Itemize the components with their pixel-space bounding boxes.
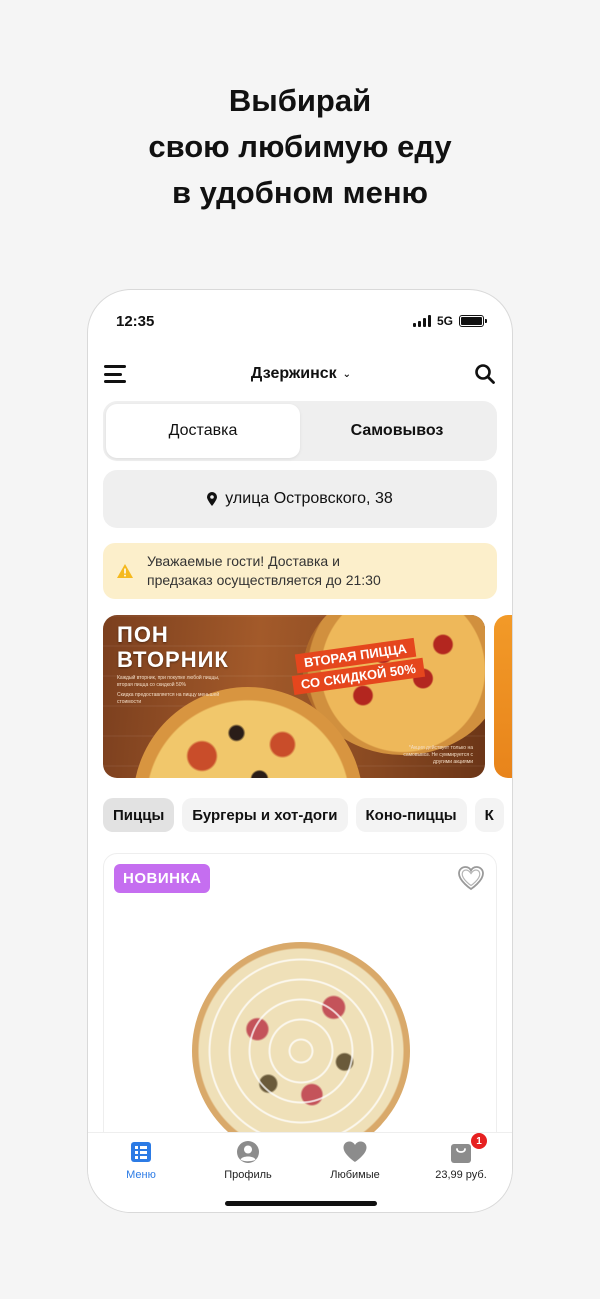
promo-banner[interactable]: ПОН ВТОРНИК Каждый вторник, при покупке …	[103, 615, 485, 778]
menu-icon[interactable]	[104, 365, 128, 383]
tab-menu-label: Меню	[126, 1169, 156, 1181]
pickup-tab[interactable]: Самовывоз	[300, 404, 494, 458]
menu-list-icon	[131, 1142, 151, 1162]
category-burgers[interactable]: Бургеры и хот-доги	[182, 798, 348, 832]
tab-favorites[interactable]: Любимые	[305, 1139, 405, 1181]
tab-cart-label: 23,99 руб.	[435, 1169, 487, 1181]
home-indicator	[225, 1201, 377, 1206]
banner-fine-print: *Акция действует только на самовывоз. Не…	[403, 745, 473, 765]
tab-profile[interactable]: Профиль	[198, 1139, 298, 1181]
product-image	[192, 942, 410, 1160]
network-label: 5G	[436, 314, 453, 328]
delivery-tab[interactable]: Доставка	[106, 404, 300, 458]
banner-title-line-1: ПОН	[117, 622, 169, 647]
status-bar: 12:35 5G	[116, 310, 487, 332]
city-selector[interactable]: Дзержинск ⌄	[251, 365, 351, 383]
banner-description: Каждый вторник, при покупке любой пиццы,…	[117, 675, 227, 706]
delivery-notice: Уважаемые гости! Доставка и предзаказ ос…	[103, 543, 497, 599]
category-chips: Пиццы Бургеры и хот-доги Коно-пиццы К	[103, 798, 512, 832]
bottom-tab-bar: Меню Профиль Любимые 1 23,99 руб.	[88, 1132, 512, 1212]
banner-description-2: Скидка предоставляется на пиццу меньшей …	[117, 692, 220, 705]
tab-cart[interactable]: 1 23,99 руб.	[411, 1133, 511, 1181]
banner-description-1: Каждый вторник, при покупке любой пиццы,…	[117, 675, 220, 688]
address-selector[interactable]: улица Островского, 38	[103, 470, 497, 528]
notice-line-1: Уважаемые гости! Доставка и	[147, 553, 340, 569]
tab-profile-label: Профиль	[224, 1169, 272, 1181]
status-indicators: 5G	[412, 314, 487, 328]
banner-title-line-2: ВТОРНИК	[117, 647, 229, 672]
warning-icon	[117, 564, 133, 578]
headline-line-2: свою любимую еду	[148, 129, 452, 164]
category-kono-pizza[interactable]: Коно-пиццы	[355, 798, 467, 832]
app-header: Дзержинск ⌄	[104, 360, 496, 388]
battery-icon	[459, 315, 487, 327]
chevron-down-icon: ⌄	[342, 368, 352, 380]
notice-text: Уважаемые гости! Доставка и предзаказ ос…	[147, 552, 381, 590]
tab-favorites-label: Любимые	[330, 1169, 380, 1181]
search-icon[interactable]	[474, 363, 496, 385]
city-name: Дзержинск	[250, 365, 337, 382]
notice-line-2: предзаказ осуществляется до 21:30	[147, 572, 381, 588]
promo-headline: Выбирай свою любимую еду в удобном меню	[0, 78, 600, 216]
banner-title: ПОН ВТОРНИК	[117, 622, 229, 672]
category-pizza[interactable]: Пиццы	[103, 798, 175, 832]
heart-icon	[343, 1141, 367, 1162]
phone-frame: 12:35 5G Дзержинск ⌄ Доставка Самовывоз …	[87, 289, 513, 1213]
address-text: улица Островского, 38	[225, 490, 393, 507]
category-next[interactable]: К	[474, 798, 504, 832]
heart-icon[interactable]	[456, 864, 486, 892]
tab-menu[interactable]: Меню	[91, 1139, 191, 1181]
cart-count-badge: 1	[471, 1133, 487, 1149]
product-card[interactable]: НОВИНКА	[103, 853, 497, 1173]
headline-line-3: в удобном меню	[171, 175, 429, 210]
cart-bag-icon	[451, 1144, 471, 1163]
new-badge: НОВИНКА	[114, 864, 211, 893]
signal-icon	[412, 315, 431, 327]
location-pin-icon	[207, 492, 218, 506]
profile-icon	[237, 1141, 259, 1163]
order-mode-toggle: Доставка Самовывоз	[103, 401, 497, 461]
promo-carousel: ПОН ВТОРНИК Каждый вторник, при покупке …	[103, 615, 512, 779]
status-time: 12:35	[116, 312, 155, 330]
promo-banner-next[interactable]	[494, 615, 512, 778]
headline-line-1: Выбирай	[228, 83, 372, 118]
